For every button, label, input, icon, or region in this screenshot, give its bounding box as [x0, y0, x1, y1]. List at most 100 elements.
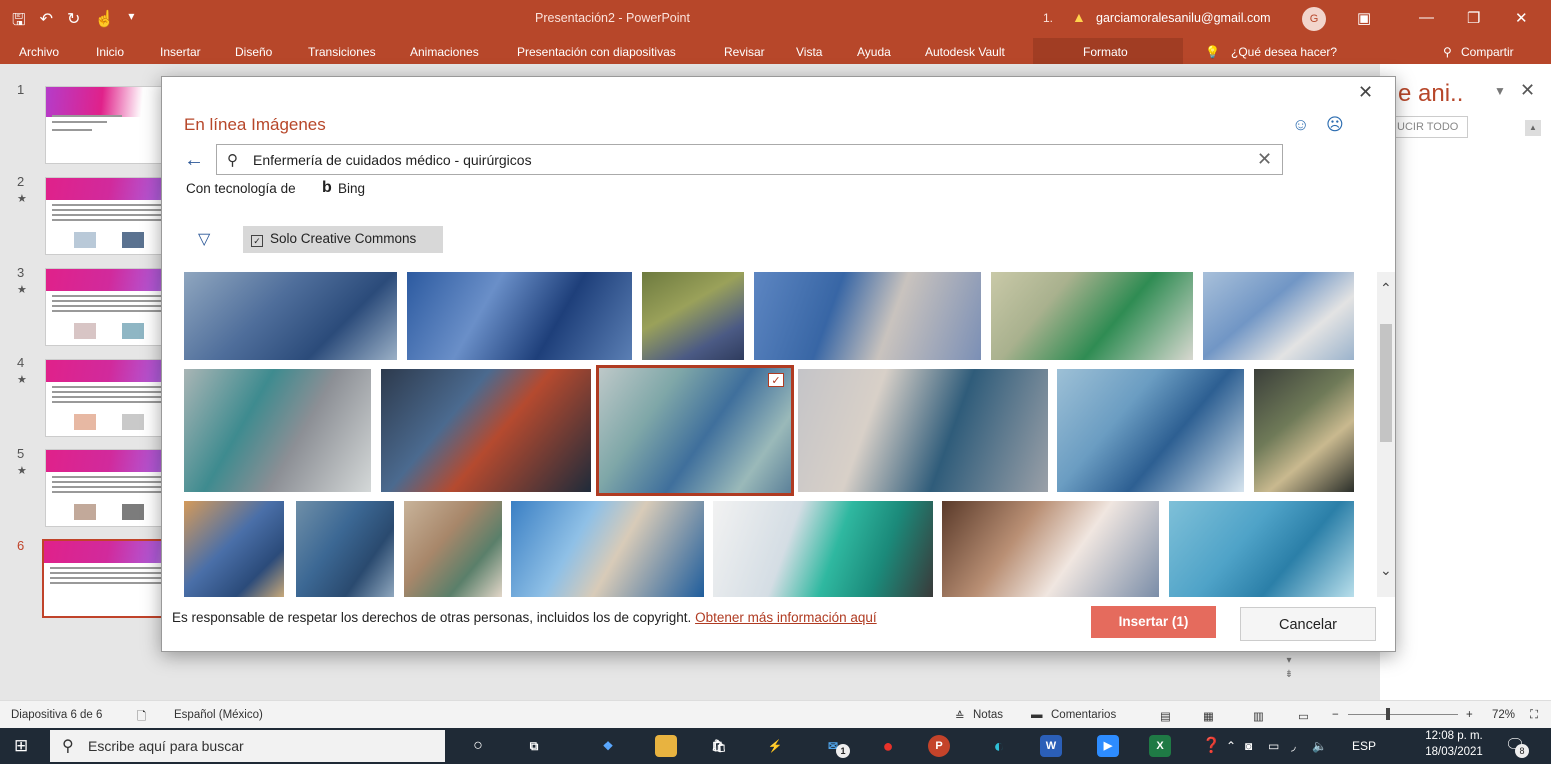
- zoom-app-icon[interactable]: ▶: [1097, 735, 1119, 757]
- image-result[interactable]: [296, 501, 394, 597]
- input-language[interactable]: ESP: [1352, 739, 1376, 753]
- tab-autodesk-vault[interactable]: Autodesk Vault: [925, 45, 1005, 59]
- move-up-icon[interactable]: ▲: [1525, 120, 1541, 136]
- share-icon: ⚲: [1443, 45, 1452, 59]
- tell-me-search[interactable]: ¿Qué desea hacer?: [1231, 45, 1337, 59]
- volume-icon[interactable]: 🔈: [1312, 739, 1327, 753]
- tab-vista[interactable]: Vista: [796, 45, 822, 59]
- reading-view-icon[interactable]: ▥: [1253, 709, 1264, 723]
- normal-view-icon[interactable]: ▤: [1160, 709, 1171, 723]
- spell-check-icon[interactable]: 🗋: [137, 709, 146, 728]
- tray-app-icon[interactable]: ◙: [1245, 739, 1252, 753]
- image-result[interactable]: [1169, 501, 1354, 597]
- excel-icon[interactable]: X: [1149, 735, 1171, 757]
- zoom-slider-thumb[interactable]: [1386, 708, 1390, 720]
- slide-sorter-icon[interactable]: ▦: [1203, 709, 1214, 723]
- insert-button[interactable]: Insertar (1): [1091, 606, 1216, 638]
- image-result[interactable]: [713, 501, 933, 597]
- tray-chevron-icon[interactable]: ⌃: [1226, 739, 1236, 753]
- pane-options-icon[interactable]: ▼: [1494, 84, 1506, 98]
- image-result[interactable]: [642, 272, 744, 360]
- tab-animaciones[interactable]: Animaciones: [410, 45, 479, 59]
- tab-insertar[interactable]: Insertar: [160, 45, 201, 59]
- fit-slide-icon[interactable]: ⛶: [1530, 709, 1538, 722]
- share-button[interactable]: Compartir: [1461, 45, 1514, 59]
- close-dialog-icon[interactable]: ✕: [1358, 82, 1373, 103]
- tab-diseno[interactable]: Diseño: [235, 45, 272, 59]
- language-indicator[interactable]: Español (México): [174, 709, 263, 721]
- filter-icon[interactable]: ▽: [198, 229, 210, 249]
- scroll-thumb[interactable]: [1380, 324, 1392, 442]
- image-result[interactable]: [184, 369, 371, 492]
- tab-archivo[interactable]: Archivo: [19, 45, 59, 59]
- task-view-icon[interactable]: ⧉: [523, 735, 545, 757]
- image-result-selected[interactable]: ✓: [596, 365, 794, 496]
- frown-feedback-icon[interactable]: ☹: [1326, 115, 1344, 135]
- image-result[interactable]: [184, 272, 397, 360]
- clock-time[interactable]: 12:08 p. m.: [1419, 730, 1489, 742]
- power-automate-icon[interactable]: ⚡: [764, 735, 786, 757]
- image-result[interactable]: [942, 501, 1159, 597]
- play-all-button[interactable]: UCIR TODO: [1388, 116, 1468, 138]
- tab-ayuda[interactable]: Ayuda: [857, 45, 891, 59]
- scroll-up-icon[interactable]: ⌃: [1380, 280, 1392, 297]
- wifi-icon[interactable]: ◞: [1291, 739, 1296, 753]
- image-result[interactable]: [404, 501, 502, 597]
- store-icon[interactable]: 🛍: [708, 735, 730, 757]
- image-result[interactable]: [1254, 369, 1354, 492]
- image-result[interactable]: [991, 272, 1193, 360]
- image-result[interactable]: [407, 272, 632, 360]
- file-explorer-icon[interactable]: ▇: [655, 735, 677, 757]
- cancel-button[interactable]: Cancelar: [1240, 607, 1376, 641]
- battery-icon[interactable]: ▭: [1268, 739, 1279, 753]
- word-icon[interactable]: W: [1040, 735, 1062, 757]
- close-pane-icon[interactable]: ✕: [1520, 80, 1535, 101]
- clear-search-icon[interactable]: ✕: [1257, 149, 1272, 170]
- more-info-link[interactable]: Obtener más información aquí: [695, 610, 877, 625]
- cortana-icon[interactable]: ○: [467, 735, 489, 757]
- tab-formato[interactable]: Formato: [1083, 45, 1128, 59]
- search-input[interactable]: [253, 150, 1233, 170]
- image-result[interactable]: [798, 369, 1048, 492]
- ribbon-display-icon[interactable]: ▣: [1357, 9, 1371, 27]
- image-result[interactable]: [511, 501, 704, 597]
- notes-button[interactable]: Notas: [973, 709, 1003, 721]
- tab-revisar[interactable]: Revisar: [724, 45, 765, 59]
- help-icon[interactable]: ❓: [1202, 736, 1221, 754]
- title-bar: 🖫 ↶ ↻ ☝ ▾ Presentación2 - PowerPoint 1. …: [0, 0, 1551, 38]
- image-result[interactable]: [1057, 369, 1244, 492]
- creative-commons-toggle[interactable]: ✓ Solo Creative Commons: [243, 226, 443, 253]
- smile-feedback-icon[interactable]: ☺: [1292, 115, 1309, 135]
- scroll-down-icon[interactable]: ⌄: [1380, 562, 1392, 579]
- results-scrollbar[interactable]: ⌃ ⌄: [1377, 272, 1395, 597]
- tab-presentacion[interactable]: Presentación con diapositivas: [517, 45, 676, 59]
- clock-date[interactable]: 18/03/2021: [1419, 746, 1489, 758]
- opera-icon[interactable]: ●: [877, 735, 899, 757]
- windows-start-icon[interactable]: ⊞: [14, 736, 28, 756]
- tab-inicio[interactable]: Inicio: [96, 45, 124, 59]
- selected-check-icon: ✓: [768, 373, 784, 387]
- image-result[interactable]: [1203, 272, 1354, 360]
- search-box[interactable]: ⚲ ✕: [216, 144, 1283, 175]
- slideshow-icon[interactable]: ▭: [1298, 709, 1309, 723]
- taskbar-search[interactable]: ⚲ Escribe aquí para buscar: [50, 730, 445, 762]
- account-email[interactable]: garciamoralesanilu@gmail.com: [1096, 11, 1271, 25]
- image-result[interactable]: [754, 272, 981, 360]
- zoom-out-icon[interactable]: −: [1332, 709, 1339, 721]
- avatar[interactable]: G: [1302, 7, 1326, 31]
- tab-transiciones[interactable]: Transiciones: [308, 45, 376, 59]
- image-result[interactable]: [381, 369, 591, 492]
- zoom-slider[interactable]: [1348, 714, 1458, 715]
- powerpoint-icon[interactable]: P: [928, 735, 950, 757]
- restore-icon[interactable]: ❐: [1467, 9, 1480, 27]
- back-arrow-icon[interactable]: ←: [184, 149, 204, 172]
- dropbox-icon[interactable]: ❖: [597, 735, 619, 757]
- close-window-icon[interactable]: ✕: [1515, 9, 1528, 27]
- bing-label: Bing: [338, 181, 366, 196]
- zoom-level[interactable]: 72%: [1492, 709, 1515, 721]
- edge-icon[interactable]: ◐: [988, 735, 1010, 757]
- zoom-in-icon[interactable]: +: [1466, 709, 1473, 721]
- image-result[interactable]: [184, 501, 284, 597]
- comments-button[interactable]: Comentarios: [1051, 709, 1116, 721]
- minimize-icon[interactable]: —: [1419, 9, 1434, 26]
